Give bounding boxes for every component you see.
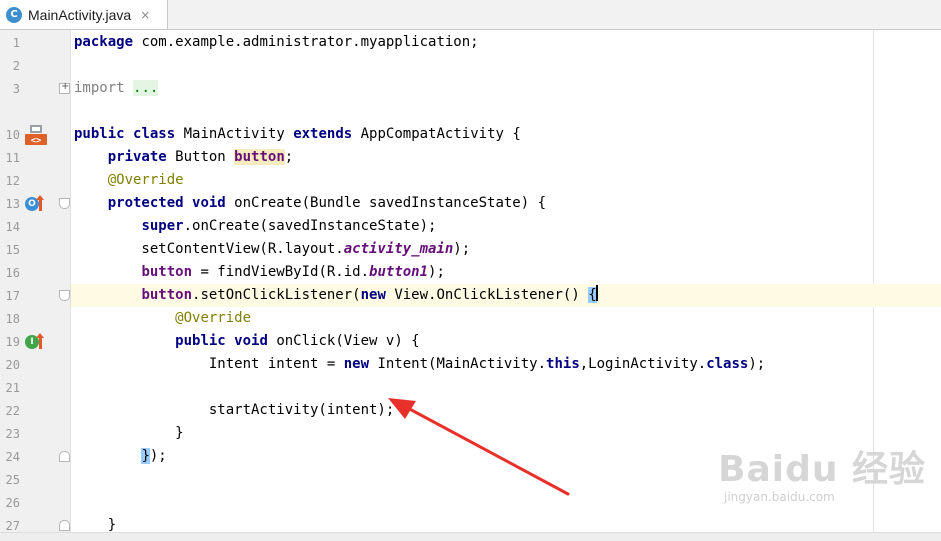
baidu-logo: Baidu 经验 xyxy=(718,449,927,490)
baidu-watermark: Baidu 经验 jingyan.baidu.com xyxy=(718,440,938,520)
watermark-url: jingyan.baidu.com xyxy=(724,490,835,504)
